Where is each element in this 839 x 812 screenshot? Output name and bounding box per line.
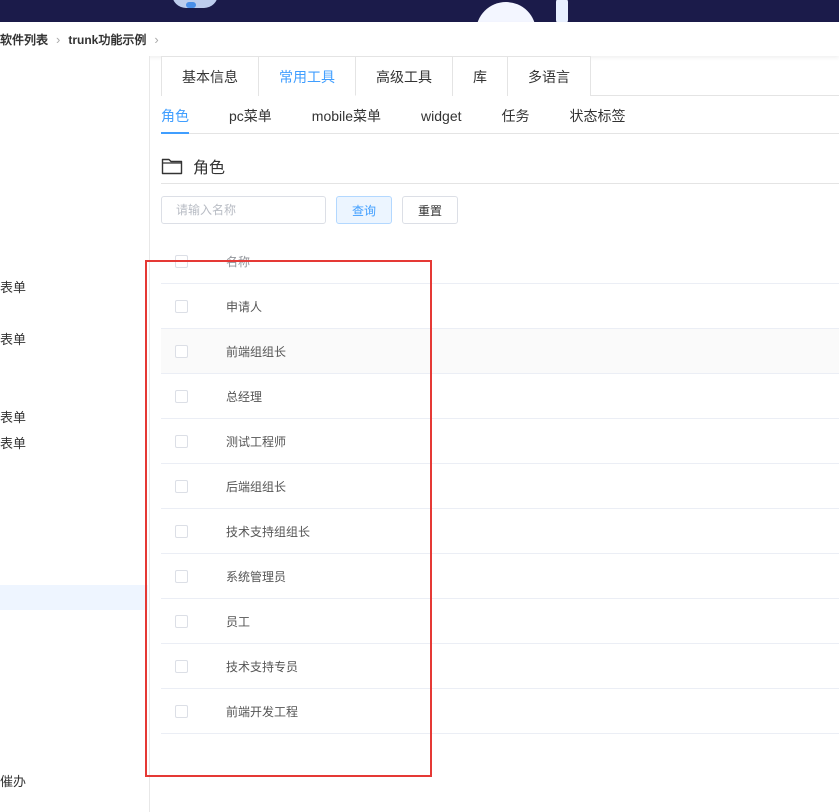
table-row[interactable]: 前端组组长 (161, 329, 839, 374)
tab-pc-menu[interactable]: pc菜单 (229, 100, 272, 134)
row-checkbox[interactable] (175, 344, 188, 358)
top-banner (0, 0, 839, 22)
cell-name: 前端组组长 (226, 344, 287, 359)
table-row[interactable]: 技术支持专员 (161, 644, 839, 689)
secondary-tabs: 角色 pc菜单 mobile菜单 widget 任务 状态标签 (161, 100, 839, 134)
sidebar-item-form-4[interactable]: 表单 (0, 433, 26, 452)
table-row[interactable]: 技术支持组组长 (161, 509, 839, 554)
query-button[interactable]: 查询 (336, 196, 392, 224)
tab-tasks[interactable]: 任务 (502, 100, 530, 134)
tab-mobile-menu[interactable]: mobile菜单 (312, 100, 381, 134)
cell-name: 后端组组长 (226, 479, 287, 494)
cell-name: 前端开发工程 (226, 704, 299, 719)
cell-name: 测试工程师 (226, 434, 287, 449)
row-checkbox[interactable] (175, 569, 188, 583)
column-header-name: 名称 (226, 254, 251, 269)
row-checkbox[interactable] (175, 524, 188, 538)
table-row[interactable]: 总经理 (161, 374, 839, 419)
tab-widget[interactable]: widget (421, 100, 461, 134)
table-row[interactable]: 测试工程师 (161, 419, 839, 464)
sidebar-item-urge[interactable]: 催办 (0, 771, 26, 790)
breadcrumb-item-software-list[interactable]: 软件列表 (0, 31, 48, 48)
chevron-right-icon: › (154, 31, 159, 47)
cell-name: 员工 (226, 614, 251, 629)
table-row[interactable]: 后端组组长 (161, 464, 839, 509)
sidebar: 表单 表单 表单 表单 催办 (0, 56, 150, 812)
reset-button[interactable]: 重置 (402, 196, 458, 224)
row-checkbox[interactable] (175, 299, 188, 313)
table-row[interactable]: 系统管理员 (161, 554, 839, 599)
row-checkbox[interactable] (175, 479, 188, 493)
folder-icon (161, 158, 183, 174)
table-header: 名称 (161, 239, 839, 284)
cell-name: 申请人 (226, 299, 263, 314)
primary-tabs: 基本信息 常用工具 高级工具 库 多语言 (161, 56, 839, 96)
row-checkbox[interactable] (175, 434, 188, 448)
section-header: 角色 (161, 148, 839, 184)
banner-cloud-illustration (476, 2, 536, 22)
tab-common-tools[interactable]: 常用工具 (259, 56, 356, 96)
breadcrumb: 软件列表 › trunk功能示例 › (0, 22, 839, 56)
banner-illustration-detail (186, 2, 196, 8)
cell-name: 总经理 (226, 389, 263, 404)
sidebar-item-active[interactable] (0, 585, 148, 610)
page-title: 角色 (193, 159, 226, 177)
tab-status-labels[interactable]: 状态标签 (570, 100, 626, 134)
select-all-checkbox[interactable] (175, 254, 188, 268)
sidebar-item-form-2[interactable]: 表单 (0, 329, 26, 348)
table-row[interactable]: 前端开发工程 (161, 689, 839, 734)
row-checkbox[interactable] (175, 389, 188, 403)
breadcrumb-item-current[interactable]: trunk功能示例 (68, 31, 146, 48)
chevron-right-icon: › (56, 31, 61, 47)
sidebar-item-form-1[interactable]: 表单 (0, 277, 26, 296)
cell-name: 系统管理员 (226, 569, 287, 584)
tab-advanced-tools[interactable]: 高级工具 (356, 56, 453, 96)
tab-library[interactable]: 库 (453, 56, 508, 96)
tab-roles[interactable]: 角色 (161, 100, 189, 134)
table-row[interactable]: 员工 (161, 599, 839, 644)
cell-name: 技术支持专员 (226, 659, 299, 674)
tab-basic-info[interactable]: 基本信息 (161, 56, 259, 96)
sidebar-item-form-3[interactable]: 表单 (0, 407, 26, 426)
search-input[interactable] (161, 196, 326, 224)
row-checkbox[interactable] (175, 614, 188, 628)
row-checkbox[interactable] (175, 659, 188, 673)
roles-table: 名称 申请人 前端组组长 总经理 测试工程师 后端组组长 技术支持组组长 系统管… (161, 239, 839, 734)
tab-multilanguage[interactable]: 多语言 (508, 56, 591, 96)
cell-name: 技术支持组组长 (226, 524, 311, 539)
row-checkbox[interactable] (175, 704, 188, 718)
table-row[interactable]: 申请人 (161, 284, 839, 329)
banner-tower-illustration (556, 0, 568, 22)
